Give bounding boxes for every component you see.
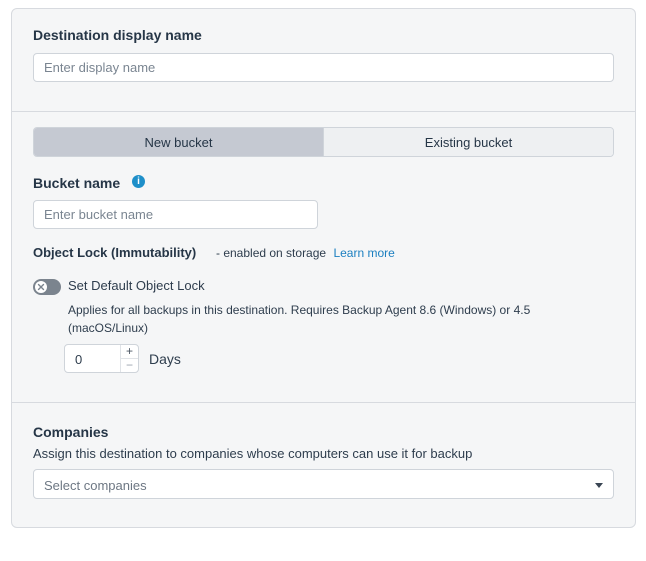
- section-divider: [12, 111, 635, 112]
- new-bucket-tab[interactable]: New bucket: [34, 128, 323, 156]
- existing-bucket-tab[interactable]: Existing bucket: [323, 128, 613, 156]
- toggle-label: Set Default Object Lock: [68, 278, 205, 293]
- companies-description: Assign this destination to companies who…: [33, 446, 473, 461]
- close-icon: [37, 283, 45, 291]
- bucket-name-input[interactable]: [33, 200, 318, 229]
- companies-select[interactable]: Select companies: [33, 469, 614, 499]
- destination-form-card: Destination display name New bucket Exis…: [11, 8, 636, 528]
- section-divider: [12, 402, 635, 403]
- object-lock-note-text: - enabled on storage: [216, 246, 327, 260]
- object-lock-description: Applies for all backups in this destinat…: [68, 303, 531, 335]
- companies-label: Companies: [33, 424, 109, 440]
- companies-select-placeholder: Select companies: [44, 478, 147, 493]
- days-stepper[interactable]: 0 + −: [64, 344, 139, 373]
- days-value: 0: [75, 352, 83, 367]
- display-name-input[interactable]: [33, 53, 614, 82]
- bucket-type-segmented-control: New bucket Existing bucket: [33, 127, 614, 157]
- stepper-buttons: + −: [120, 344, 138, 372]
- decrement-button[interactable]: −: [121, 358, 138, 372]
- toggle-knob: [35, 281, 47, 293]
- days-unit-label: Days: [149, 351, 181, 367]
- chevron-down-icon: [595, 483, 603, 488]
- increment-button[interactable]: +: [121, 344, 138, 359]
- object-lock-toggle[interactable]: [33, 279, 61, 295]
- learn-more-link[interactable]: Learn more: [333, 246, 394, 260]
- bucket-name-label: Bucket name: [33, 175, 121, 191]
- object-lock-label: Object Lock (Immutability): [33, 245, 197, 260]
- display-name-label: Destination display name: [33, 27, 202, 43]
- info-icon[interactable]: i: [132, 175, 145, 188]
- object-lock-note: - enabled on storage Learn more: [216, 246, 395, 260]
